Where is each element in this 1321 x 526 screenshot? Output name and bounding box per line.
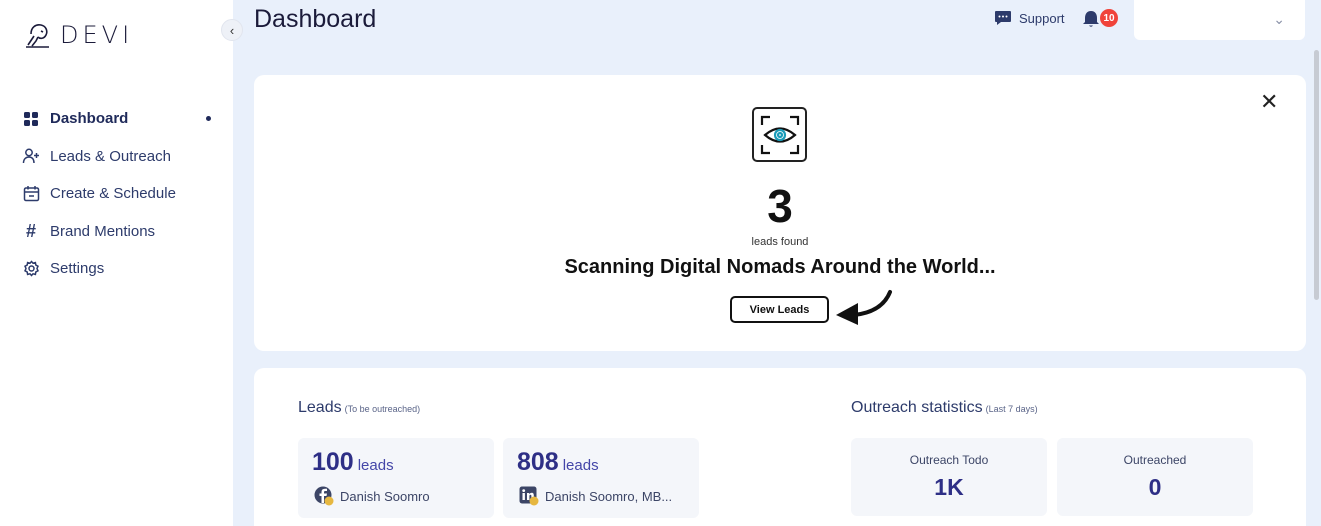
sidebar-item-brand-mentions[interactable]: # Brand Mentions: [22, 213, 217, 251]
leads-found-label: leads found: [751, 236, 809, 248]
page-scrollbar[interactable]: [1314, 50, 1319, 300]
gear-icon: [22, 260, 40, 278]
sidebar-item-leads-outreach[interactable]: Leads & Outreach: [22, 138, 217, 176]
leads-subtitle: (To be outreached): [344, 404, 421, 414]
stat-label: Outreach Todo: [909, 453, 989, 467]
active-indicator-dot: [206, 116, 211, 122]
stats-card: Leads (To be outreached) 100 leads Danish …: [254, 368, 1306, 526]
scanning-status-text: Scanning Digital Nomads Around the World…: [564, 256, 996, 278]
stat-label: Outreached: [1123, 453, 1187, 467]
logo-face-icon: [26, 24, 49, 48]
outreach-section-title: Outreach statistics (Last 7 days): [851, 399, 1038, 417]
stat-outreached: Outreached 0: [1057, 438, 1253, 516]
lead-account: Danish Soomro: [314, 486, 430, 506]
support-label: Support: [1019, 10, 1065, 26]
sidebar-item-label: Brand Mentions: [50, 222, 156, 240]
sidebar-item-label: Dashboard: [50, 110, 129, 128]
sidebar-item-label: Create & Schedule: [50, 185, 176, 203]
facebook-icon: [314, 486, 334, 506]
close-icon[interactable]: ✕: [1260, 89, 1278, 115]
view-leads-button[interactable]: View Leads: [730, 296, 829, 323]
leads-found-count: 3: [767, 180, 793, 232]
lead-card-linkedin[interactable]: 808 leads Danish Soomro, MB...: [503, 438, 699, 518]
lead-account-name: Danish Soomro: [340, 488, 430, 504]
scan-status-card: ✕ 3 leads found Scanning Digital Nomads …: [254, 75, 1306, 351]
outreach-title: Outreach statistics: [851, 399, 983, 416]
lead-count: 100 leads: [312, 448, 394, 476]
support-button[interactable]: Support: [994, 10, 1065, 26]
stat-value: 0: [1148, 474, 1162, 500]
grid-icon: [22, 110, 40, 128]
collapse-sidebar-button[interactable]: ‹: [221, 19, 243, 41]
leads-section-title: Leads (To be outreached): [298, 399, 420, 417]
logo-text: DEVI: [60, 21, 134, 49]
sidebar-item-create-schedule[interactable]: Create & Schedule: [22, 175, 217, 213]
stat-value: 1K: [934, 474, 964, 500]
hash-icon: #: [25, 220, 36, 241]
outreach-subtitle: (Last 7 days): [985, 404, 1038, 414]
sidebar-nav: Dashboard Leads & Outreach Create & Sche…: [22, 100, 217, 288]
bell-icon[interactable]: [1080, 9, 1102, 29]
stat-outreach-todo: Outreach Todo 1K: [851, 438, 1047, 516]
lead-count: 808 leads: [517, 448, 599, 476]
sidebar-item-dashboard[interactable]: Dashboard: [22, 100, 217, 138]
sidebar-item-settings[interactable]: Settings: [22, 250, 217, 288]
notification-badge: 10: [1100, 9, 1118, 27]
page-title: Dashboard: [254, 5, 377, 33]
linkedin-icon: [519, 486, 539, 506]
lead-account: Danish Soomro, MB...: [519, 486, 672, 506]
sidebar: DEVI Dashboard Leads & Outreach Create &…: [0, 0, 233, 526]
sidebar-item-label: Settings: [50, 260, 105, 278]
lead-account-name: Danish Soomro, MB...: [545, 488, 673, 504]
app-logo[interactable]: DEVI: [22, 20, 133, 50]
chat-icon: [995, 11, 1011, 25]
sidebar-item-label: Leads & Outreach: [50, 147, 171, 165]
chevron-down-icon: ⌄: [1273, 11, 1285, 27]
calendar-icon: [22, 185, 40, 203]
curved-arrow-icon: [836, 290, 892, 325]
user-plus-icon: [22, 147, 40, 165]
scan-eye-icon: [752, 107, 807, 162]
chevron-left-icon: ‹: [229, 22, 235, 38]
user-menu-dropdown[interactable]: ⌄: [1134, 0, 1305, 40]
leads-title: Leads: [298, 399, 342, 416]
lead-card-facebook[interactable]: 100 leads Danish Soomro: [298, 438, 494, 518]
